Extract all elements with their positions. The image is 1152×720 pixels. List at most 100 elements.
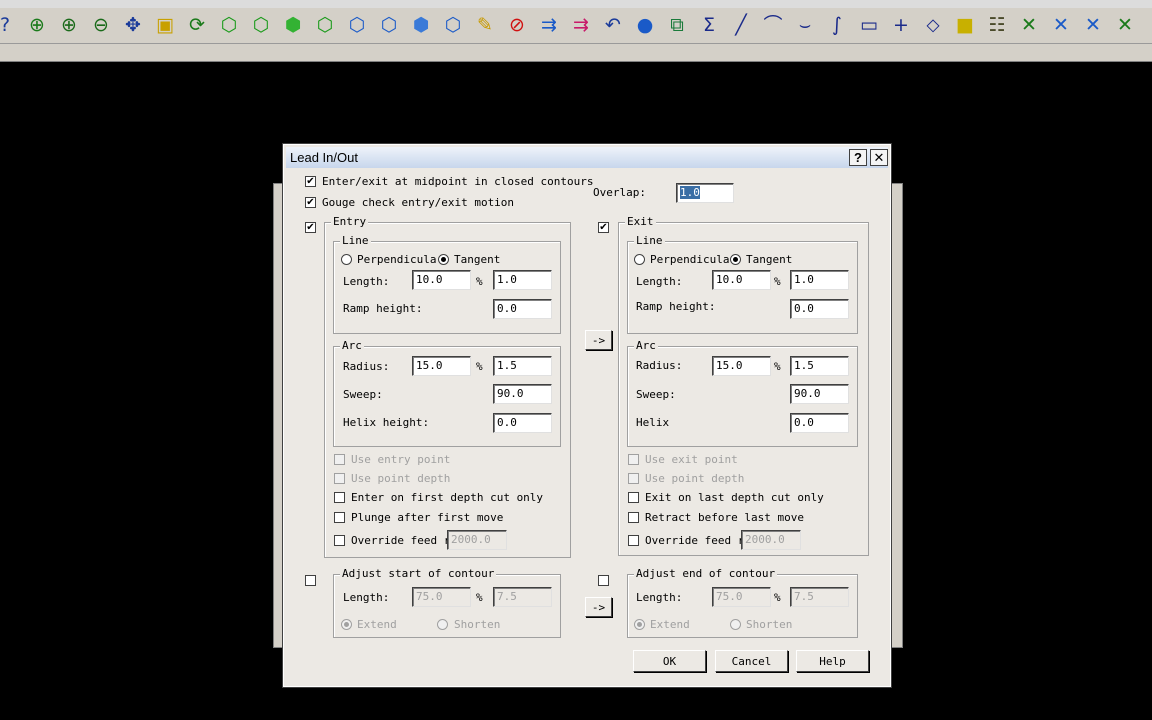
rectangle-icon[interactable]: ▭: [854, 10, 884, 40]
exit-use-depth-checkbox[interactable]: [628, 473, 639, 484]
exit-override-feed-checkbox[interactable]: [628, 535, 639, 546]
adjust-start-shorten-label: Shorten: [454, 618, 501, 631]
copy-entry-to-exit-button[interactable]: ->: [585, 330, 612, 350]
entry-radius-percent: %: [476, 360, 483, 373]
entry-enable-checkbox[interactable]: ✔: [305, 222, 316, 233]
midpoint-checkbox[interactable]: ✔: [305, 176, 316, 187]
close-title-button[interactable]: ✕: [870, 149, 888, 166]
entry-use-depth-checkbox[interactable]: [334, 473, 345, 484]
adjust-start-length-label: Length:: [343, 591, 390, 604]
transform-1-icon[interactable]: ⇉: [534, 10, 564, 40]
trim-1-icon[interactable]: ✕: [1014, 10, 1044, 40]
entry-ramp-input[interactable]: 0.0: [493, 299, 552, 319]
lead-in-out-dialog: Lead In/Out ? ✕ ✔ Enter/exit at midpoint…: [282, 143, 892, 688]
exit-length-pct-input[interactable]: 1.0: [790, 270, 849, 290]
entry-radius-label: Radius:: [343, 360, 390, 373]
entry-perpendicular-label: Perpendicula: [357, 253, 437, 266]
zoom-in-icon[interactable]: ⊕: [54, 10, 84, 40]
spline-icon[interactable]: ∫: [822, 10, 852, 40]
exit-tangent-radio[interactable]: [730, 254, 741, 265]
help-title-button[interactable]: ?: [849, 149, 867, 166]
cube-view-3-icon[interactable]: ⬢: [406, 10, 436, 40]
plunge-checkbox[interactable]: [334, 512, 345, 523]
entry-sweep-input[interactable]: 90.0: [493, 384, 552, 404]
exit-length-input[interactable]: 10.0: [712, 270, 771, 290]
cube-view-2-icon[interactable]: ⬡: [374, 10, 404, 40]
cube-view-4-icon[interactable]: ⬡: [438, 10, 468, 40]
entry-perpendicular-radio[interactable]: [341, 254, 352, 265]
adjust-start-extend-radio[interactable]: [341, 619, 352, 630]
iso-view-icon[interactable]: ⬡: [214, 10, 244, 40]
line-icon[interactable]: ╱: [726, 10, 756, 40]
rotate-view-icon[interactable]: ⟳: [182, 10, 212, 40]
exit-radius-input[interactable]: 15.0: [712, 356, 771, 376]
sum-icon[interactable]: Σ: [694, 10, 724, 40]
entry-length-input[interactable]: 10.0: [412, 270, 471, 290]
entry-override-feed-checkbox[interactable]: [334, 535, 345, 546]
exit-length-percent: %: [774, 275, 781, 288]
zoom-window-icon[interactable]: ⊕: [22, 10, 52, 40]
layers-icon[interactable]: ☷: [982, 10, 1012, 40]
fillet-icon[interactable]: ⌣: [790, 10, 820, 40]
pencil-icon[interactable]: ✎: [470, 10, 500, 40]
exit-radius-label: Radius:: [636, 359, 683, 372]
adjust-end-checkbox[interactable]: [598, 575, 609, 586]
plane-icon[interactable]: ⬦: [918, 10, 948, 40]
adjust-start-shorten-radio[interactable]: [437, 619, 448, 630]
gouge-checkbox[interactable]: ✔: [305, 197, 316, 208]
point-icon[interactable]: +: [886, 10, 916, 40]
adjust-end-pct-input[interactable]: 7.5: [790, 587, 849, 607]
trim-2-icon[interactable]: ✕: [1046, 10, 1076, 40]
adjust-start-pct-input[interactable]: 7.5: [493, 587, 552, 607]
entry-tangent-radio[interactable]: [438, 254, 449, 265]
ok-button[interactable]: OK: [633, 650, 706, 672]
transform-2-icon[interactable]: ⇉: [566, 10, 596, 40]
pan-icon[interactable]: ✥: [118, 10, 148, 40]
side-view-icon[interactable]: ⬡: [310, 10, 340, 40]
exit-sweep-input[interactable]: 90.0: [790, 384, 849, 404]
no-draw-icon[interactable]: ⊘: [502, 10, 532, 40]
use-entry-point-checkbox[interactable]: [334, 454, 345, 465]
entry-helix-input[interactable]: 0.0: [493, 413, 552, 433]
adjust-start-checkbox[interactable]: [305, 575, 316, 586]
exit-last-depth-label: Exit on last depth cut only: [645, 491, 824, 504]
help-button[interactable]: Help: [796, 650, 869, 672]
exit-last-depth-checkbox[interactable]: [628, 492, 639, 503]
overlap-input[interactable]: 1.0: [676, 183, 734, 203]
copy-adjust-start-to-end-button[interactable]: ->: [585, 597, 612, 617]
zoom-out-icon[interactable]: ⊖: [86, 10, 116, 40]
entry-radius-pct-input[interactable]: 1.5: [493, 356, 552, 376]
zoom-select-icon[interactable]: ▣: [150, 10, 180, 40]
sphere-icon[interactable]: ●: [630, 10, 660, 40]
help-pointer-icon[interactable]: ?: [0, 10, 20, 40]
adjust-end-extend-radio[interactable]: [634, 619, 645, 630]
retract-label: Retract before last move: [645, 511, 804, 524]
adjust-end-shorten-radio[interactable]: [730, 619, 741, 630]
arc-icon[interactable]: ⌒: [758, 10, 788, 40]
trim-4-icon[interactable]: ✕: [1110, 10, 1140, 40]
enter-first-depth-checkbox[interactable]: [334, 492, 345, 503]
front-view-icon[interactable]: ⬢: [278, 10, 308, 40]
cube-view-1-icon[interactable]: ⬡: [342, 10, 372, 40]
exit-perpendicular-radio[interactable]: [634, 254, 645, 265]
adjust-start-length-input[interactable]: 75.0: [412, 587, 471, 607]
exit-ramp-input[interactable]: 0.0: [790, 299, 849, 319]
exit-enable-checkbox[interactable]: ✔: [598, 222, 609, 233]
exit-helix-input[interactable]: 0.0: [790, 413, 849, 433]
retract-checkbox[interactable]: [628, 512, 639, 523]
entry-override-feed-input[interactable]: 2000.0: [447, 530, 507, 550]
entry-radius-input[interactable]: 15.0: [412, 356, 471, 376]
exit-radius-pct-input[interactable]: 1.5: [790, 356, 849, 376]
top-view-icon[interactable]: ⬡: [246, 10, 276, 40]
undo-icon[interactable]: ↶: [598, 10, 628, 40]
use-exit-point-checkbox[interactable]: [628, 454, 639, 465]
exit-line-title: Line: [634, 234, 665, 247]
entry-length-pct-input[interactable]: 1.0: [493, 270, 552, 290]
group-icon[interactable]: ⧉: [662, 10, 692, 40]
cancel-button[interactable]: Cancel: [715, 650, 788, 672]
solid-icon[interactable]: ■: [950, 10, 980, 40]
trim-3-icon[interactable]: ✕: [1078, 10, 1108, 40]
adjust-end-length-input[interactable]: 75.0: [712, 587, 771, 607]
entry-ramp-label: Ramp height:: [343, 302, 423, 315]
exit-override-feed-input[interactable]: 2000.0: [741, 530, 801, 550]
